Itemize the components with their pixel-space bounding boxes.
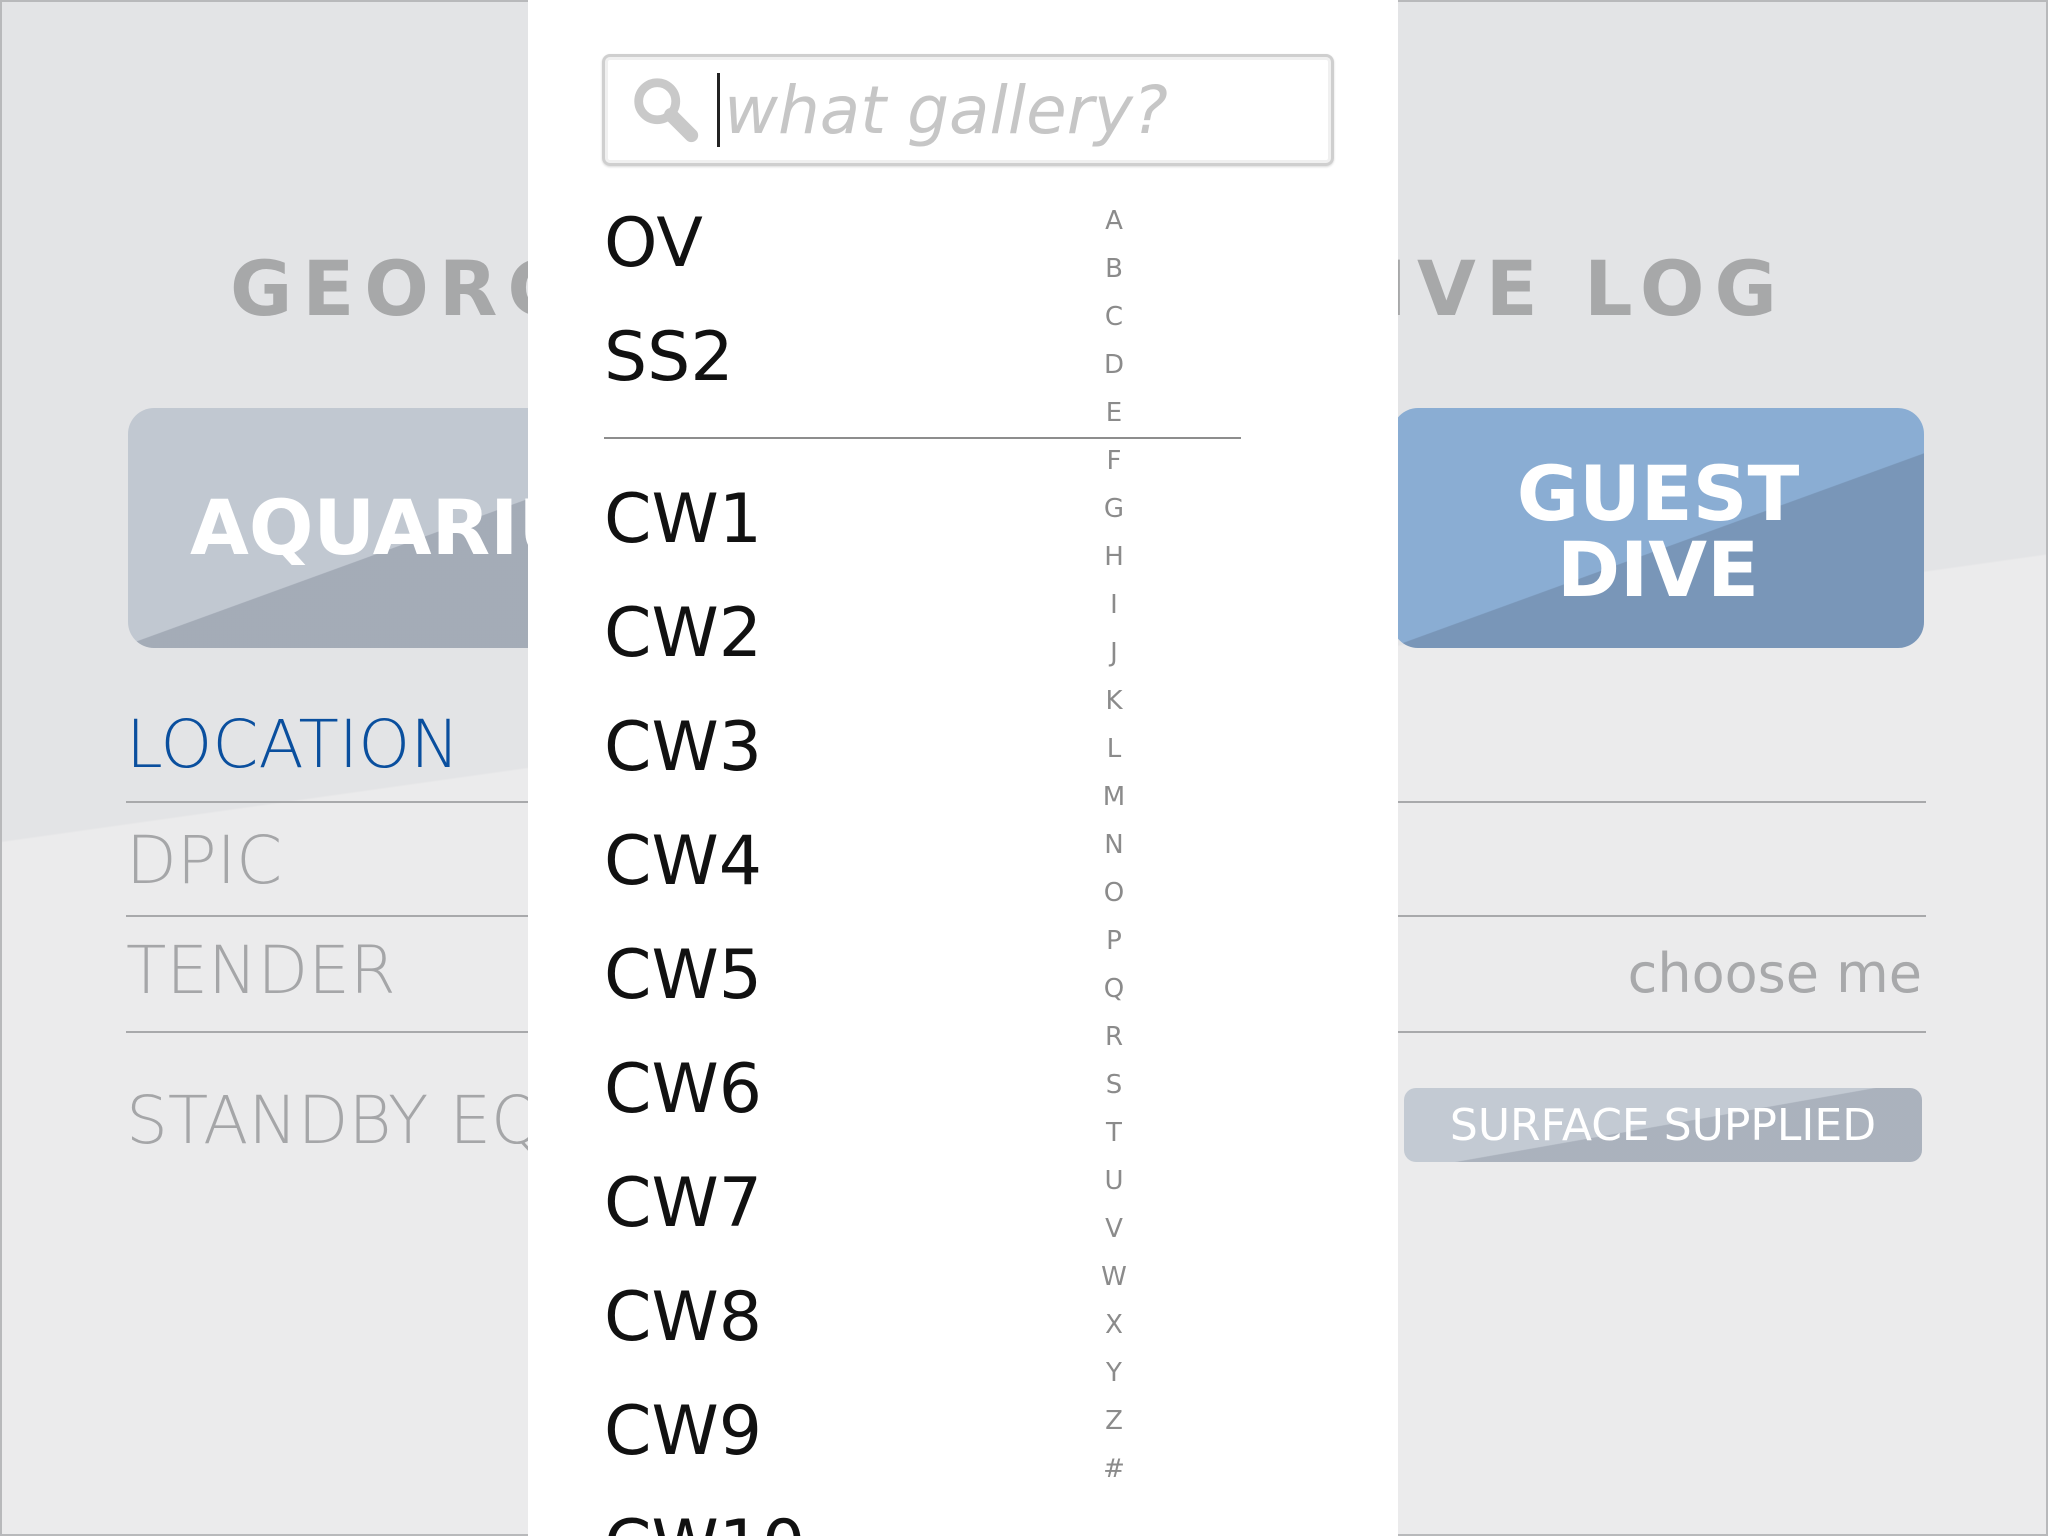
- list-item-cw4[interactable]: CW4: [604, 822, 762, 901]
- list-item-ss2[interactable]: SS2: [604, 318, 734, 397]
- list-item-cw9[interactable]: CW9: [604, 1392, 762, 1471]
- index-letter[interactable]: E: [1084, 398, 1144, 428]
- index-letter[interactable]: Y: [1084, 1358, 1144, 1388]
- list-item-ov[interactable]: OV: [604, 204, 703, 283]
- location-label: LOCATION: [126, 706, 460, 783]
- list-item-cw2[interactable]: CW2: [604, 594, 762, 673]
- index-letter[interactable]: G: [1084, 494, 1144, 524]
- list-item-cw8[interactable]: CW8: [604, 1278, 762, 1357]
- surface-supplied-label: SURFACE SUPPLIED: [1449, 1099, 1877, 1151]
- index-letter[interactable]: O: [1084, 878, 1144, 908]
- index-letter[interactable]: L: [1084, 734, 1144, 764]
- search-field[interactable]: [602, 54, 1334, 166]
- list-item-cw5[interactable]: CW5: [604, 936, 762, 1015]
- index-letter[interactable]: Q: [1084, 974, 1144, 1004]
- list-item-cw10[interactable]: CW10: [604, 1506, 805, 1536]
- index-letter[interactable]: N: [1084, 830, 1144, 860]
- section-divider: [604, 437, 1241, 439]
- index-letter[interactable]: U: [1084, 1166, 1144, 1196]
- tender-value[interactable]: choose me: [1628, 942, 1922, 1005]
- gallery-picker: OV SS2 CW1 CW2 CW3 CW4 CW5 CW6 CW7 CW8 C…: [528, 0, 1398, 1536]
- tender-label: TENDER: [126, 932, 396, 1009]
- index-letter[interactable]: F: [1084, 446, 1144, 476]
- index-letter[interactable]: A: [1084, 206, 1144, 236]
- list-item-cw7[interactable]: CW7: [604, 1164, 762, 1243]
- index-letter[interactable]: M: [1084, 782, 1144, 812]
- surface-supplied-button[interactable]: SURFACE SUPPLIED: [1404, 1088, 1922, 1162]
- index-letter[interactable]: T: [1084, 1118, 1144, 1148]
- list-item-cw3[interactable]: CW3: [604, 708, 762, 787]
- index-letter[interactable]: P: [1084, 926, 1144, 956]
- index-letter[interactable]: X: [1084, 1310, 1144, 1340]
- search-icon: [634, 78, 699, 143]
- index-letter[interactable]: S: [1084, 1070, 1144, 1100]
- index-letter[interactable]: J: [1084, 638, 1144, 668]
- index-letter[interactable]: #: [1084, 1454, 1144, 1484]
- list-item-cw6[interactable]: CW6: [604, 1050, 762, 1129]
- guest-dive-button[interactable]: GUEST DIVE: [1392, 408, 1924, 648]
- index-letter[interactable]: B: [1084, 254, 1144, 284]
- index-letter[interactable]: K: [1084, 686, 1144, 716]
- dpic-label: DPIC: [126, 822, 283, 899]
- search-input[interactable]: [720, 71, 1284, 149]
- index-letter[interactable]: W: [1084, 1262, 1144, 1292]
- list-item-cw1[interactable]: CW1: [604, 480, 762, 559]
- guest-dive-label: GUEST DIVE: [1516, 449, 1800, 614]
- index-letter[interactable]: C: [1084, 302, 1144, 332]
- index-letter[interactable]: V: [1084, 1214, 1144, 1244]
- index-letter[interactable]: I: [1084, 590, 1144, 620]
- index-letter[interactable]: D: [1084, 350, 1144, 380]
- index-letter[interactable]: H: [1084, 542, 1144, 572]
- index-letter[interactable]: R: [1084, 1022, 1144, 1052]
- index-letter[interactable]: Z: [1084, 1406, 1144, 1436]
